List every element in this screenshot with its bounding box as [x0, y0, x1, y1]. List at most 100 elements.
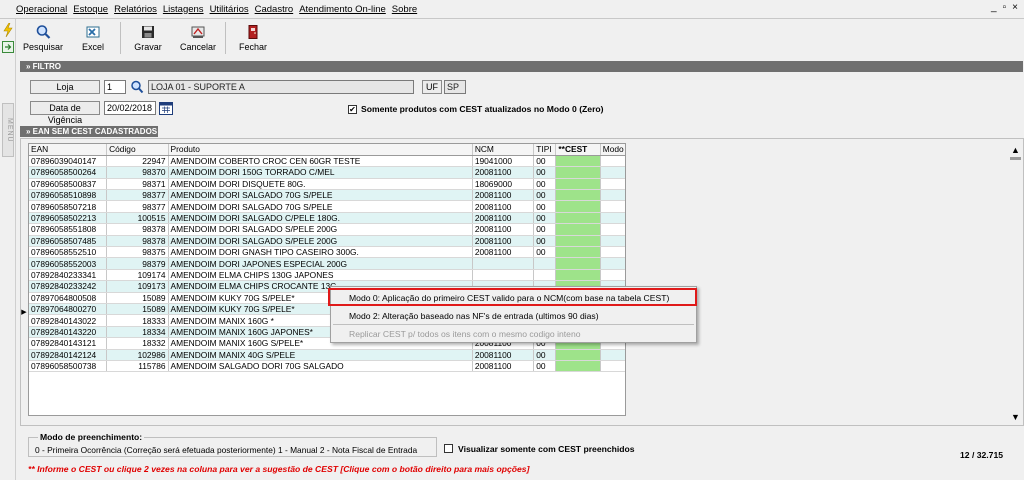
cell-codigo[interactable]: 98377 — [106, 189, 169, 202]
cell-ncm[interactable]: 20081100 — [472, 200, 535, 213]
cell-tipi[interactable]: 00 — [533, 155, 557, 168]
col-tipi[interactable]: TIPI — [533, 144, 557, 156]
cell-ean[interactable]: 07892840143220 — [29, 326, 108, 339]
cell-ean[interactable]: 07896058552510 — [29, 246, 108, 259]
table-row[interactable]: 07896058552003 98379 AMENDOIM DORI JAPONES… — [29, 257, 625, 270]
loja-label-button[interactable]: Loja — [30, 80, 100, 94]
cell-ean[interactable]: 07896058500837 — [29, 178, 108, 191]
cell-codigo[interactable]: 115786 — [106, 360, 169, 373]
cell-ean[interactable]: 07896058507218 — [29, 200, 108, 213]
cell-produto[interactable]: AMENDOIM DORI DISQUETE 80G. — [168, 178, 473, 191]
cell-cest[interactable] — [555, 189, 601, 202]
menu-relatorios[interactable]: Relatórios — [114, 4, 157, 15]
table-row[interactable]: 07896058551808 98378 AMENDOIM DORI SALGADO… — [29, 223, 625, 236]
cell-ean[interactable]: 07892840142124 — [29, 349, 108, 361]
cell-ean[interactable]: 07897064800508 — [29, 292, 108, 304]
cell-ncm[interactable]: 20081100 — [472, 223, 535, 236]
data-vigencia-input[interactable]: 20/02/2018 — [104, 101, 156, 115]
cell-ean[interactable]: 07897064800270 — [29, 303, 108, 316]
cell-cest[interactable] — [555, 200, 601, 213]
col-cest[interactable]: **CEST — [555, 144, 601, 156]
cell-ean[interactable]: 07896058500738 — [29, 360, 108, 373]
scroll-up-button[interactable]: ▲ — [1008, 143, 1023, 157]
cell-codigo[interactable]: 102986 — [106, 349, 169, 361]
table-row[interactable]: 07896058507218 98377 AMENDOIM DORI SALGADO… — [29, 200, 625, 213]
minimize-button[interactable]: _ — [991, 2, 997, 13]
table-row[interactable]: 07896058500264 98370 AMENDOIM DORI 150G TO… — [29, 166, 625, 179]
somente-cest-checkbox[interactable]: ✔ — [348, 105, 357, 114]
cell-ncm[interactable]: 20081100 — [472, 235, 535, 248]
excel-button[interactable]: Excel — [68, 22, 118, 56]
cell-cest[interactable] — [555, 212, 601, 225]
cell-ean[interactable]: 07896058510898 — [29, 189, 108, 202]
lightning-icon[interactable] — [2, 22, 14, 38]
cell-ean[interactable]: 07896058551808 — [29, 223, 108, 236]
cell-codigo[interactable]: 22947 — [106, 155, 169, 168]
cell-cest[interactable] — [555, 155, 601, 168]
col-produto[interactable]: Produto — [168, 144, 473, 156]
cell-ncm[interactable]: 20081100 — [472, 212, 535, 225]
loja-code-input[interactable]: 1 — [104, 80, 126, 94]
menu-listagens[interactable]: Listagens — [163, 4, 204, 15]
cell-codigo[interactable]: 98379 — [106, 257, 169, 270]
col-ean[interactable]: EAN — [29, 144, 108, 156]
cell-produto[interactable]: AMENDOIM DORI SALGADO 70G S/PELE — [168, 200, 473, 213]
cell-cest[interactable] — [555, 246, 601, 259]
table-row[interactable]: 07896058510898 98377 AMENDOIM DORI SALGADO… — [29, 189, 625, 202]
cell-produto[interactable]: AMENDOIM DORI SALGADO S/PELE 200G — [168, 235, 473, 248]
table-row[interactable]: 07896058502213 100515 AMENDOIM DORI SALGAD… — [29, 212, 625, 225]
table-row[interactable]: 07896039040147 22947 AMENDOIM COBERTO CROC… — [29, 155, 625, 168]
cell-modo[interactable] — [600, 166, 625, 179]
cell-ncm[interactable]: 20081100 — [472, 360, 535, 373]
cell-tipi[interactable]: 00 — [533, 360, 557, 373]
cell-produto[interactable]: AMENDOIM MANIX 40G S/PELE — [168, 349, 473, 361]
cell-produto[interactable]: AMENDOIM DORI SALGADO 70G S/PELE — [168, 189, 473, 202]
pesquisar-button[interactable]: Pesquisar — [18, 22, 68, 56]
cell-codigo[interactable]: 98371 — [106, 178, 169, 191]
cell-modo[interactable] — [600, 178, 625, 191]
cell-tipi[interactable]: 00 — [533, 178, 557, 191]
cell-modo[interactable] — [600, 349, 625, 361]
cell-ean[interactable]: 07896058500264 — [29, 166, 108, 179]
cell-ncm[interactable] — [472, 269, 535, 282]
cell-produto[interactable]: AMENDOIM DORI 150G TORRADO C/MEL — [168, 166, 473, 179]
cell-ncm[interactable]: 19041000 — [472, 155, 535, 168]
cell-cest[interactable] — [555, 349, 601, 361]
cell-cest[interactable] — [555, 269, 601, 282]
cell-modo[interactable] — [600, 235, 625, 248]
cell-ean[interactable]: 07896058502213 — [29, 212, 108, 225]
cell-tipi[interactable]: 00 — [533, 200, 557, 213]
cell-tipi[interactable]: 00 — [533, 223, 557, 236]
cell-ncm[interactable]: 20081100 — [472, 166, 535, 179]
cell-ean[interactable]: 07896039040147 — [29, 155, 108, 168]
scroll-thumb[interactable] — [1010, 157, 1021, 160]
cell-codigo[interactable]: 100515 — [106, 212, 169, 225]
cell-produto[interactable]: AMENDOIM DORI JAPONES ESPECIAL 200G — [168, 257, 473, 270]
table-row[interactable]: 07896058500837 98371 AMENDOIM DORI DISQUET… — [29, 178, 625, 191]
cell-modo[interactable] — [600, 223, 625, 236]
table-row[interactable]: 07896058507485 98378 AMENDOIM DORI SALGADO… — [29, 235, 625, 248]
cell-tipi[interactable] — [533, 257, 557, 270]
cell-cest[interactable] — [555, 257, 601, 270]
cell-codigo[interactable]: 109173 — [106, 280, 169, 293]
cell-codigo[interactable]: 98375 — [106, 246, 169, 259]
cell-tipi[interactable]: 00 — [533, 349, 557, 361]
cell-ean[interactable]: 07892840233242 — [29, 280, 108, 293]
col-modo[interactable]: Modo — [600, 144, 625, 156]
menu-operacional[interactable]: Operacional — [16, 4, 67, 15]
close-button[interactable]: × — [1012, 2, 1018, 13]
menu-vertical-tab[interactable]: MENU — [2, 103, 14, 157]
cell-modo[interactable] — [600, 269, 625, 282]
cell-modo[interactable] — [600, 155, 625, 168]
cell-produto[interactable]: AMENDOIM DORI SALGADO S/PELE 200G — [168, 223, 473, 236]
cell-ncm[interactable]: 20081100 — [472, 189, 535, 202]
restore-button[interactable]: ▫ — [1003, 2, 1007, 13]
cell-cest[interactable] — [555, 235, 601, 248]
search-icon[interactable] — [130, 80, 144, 94]
cell-codigo[interactable]: 18333 — [106, 314, 169, 327]
scroll-down-button[interactable]: ▼ — [1008, 410, 1023, 424]
cell-ncm[interactable] — [472, 257, 535, 270]
table-row[interactable]: 07896058552510 98375 AMENDOIM DORI GNASH T… — [29, 246, 625, 259]
cell-tipi[interactable]: 00 — [533, 246, 557, 259]
cell-modo[interactable] — [600, 360, 625, 373]
